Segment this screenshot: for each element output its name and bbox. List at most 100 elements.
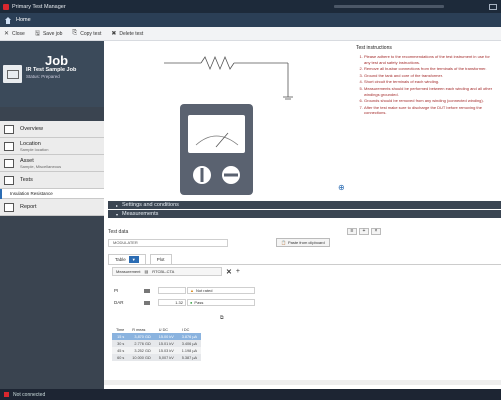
remove-button[interactable]: × — [371, 228, 381, 235]
section-title: Settings and conditions — [122, 202, 179, 208]
table-cell: 3.406 µA — [177, 340, 202, 347]
sidebar-item-sub: Sample location — [20, 146, 49, 152]
sidebar: Job IR Test Sample Job Status: Prepared … — [0, 41, 104, 389]
main-panel: ⊕ Test instructions Please adhere to the… — [104, 41, 501, 389]
test-data: Test data ≡ + × MODULATER 📋 Paste from c… — [108, 227, 501, 247]
sidebar-item-asset[interactable]: Asset Sample, Miscellaneous — [0, 155, 104, 172]
table-cell: 10.000 GΩ — [128, 354, 155, 361]
instruction-step: Measurements should be performed between… — [364, 86, 496, 97]
overview-icon — [4, 124, 14, 134]
sidebar-item-label: Overview — [20, 126, 43, 132]
table-cell: 2.776 GΩ — [128, 340, 155, 347]
resistor-symbol — [200, 55, 235, 71]
job-icon — [3, 65, 22, 83]
paste-label: Paste from clipboard — [287, 240, 325, 245]
settings-section-header[interactable]: ▸ Settings and conditions — [108, 201, 501, 209]
sidebar-item-sub: Sample, Miscellaneous — [20, 163, 62, 169]
table-cell: 30 s — [112, 340, 129, 347]
chevron-right-icon: ▸ — [116, 202, 119, 208]
table-cell: 1.198 µA — [177, 347, 202, 354]
param-name: PI — [114, 288, 119, 293]
param-status[interactable]: ● Pass — [187, 299, 255, 306]
chevron-down-icon: ▾ — [116, 211, 119, 217]
home-bar: Home — [0, 13, 501, 27]
test-data-field[interactable]: MODULATER — [108, 238, 228, 247]
sidebar-item-tests[interactable]: Tests — [0, 172, 104, 189]
table-row[interactable]: 30 s 2.776 GΩ 15.01 kV 3.406 µA — [112, 340, 202, 347]
table-row[interactable]: 15 s 3,870 GΩ 15.00 kV 3.876 µA — [112, 333, 202, 340]
param-value[interactable]: 1.32 — [158, 299, 186, 306]
close-button[interactable]: ✕ Close — [4, 30, 25, 38]
column-header: I DC — [181, 327, 190, 332]
param-status[interactable]: ▲ Not rated — [187, 287, 255, 294]
table-cell: 45 s — [112, 347, 129, 354]
view-tabs: Table ▼ Plot — [108, 253, 172, 264]
zoom-icon[interactable]: ⊕ — [338, 183, 345, 192]
table-cell: 15.01 kV — [154, 340, 178, 347]
table-row[interactable]: 45 s 3.252 GΩ 15.03 kV 1.198 µA — [112, 347, 202, 354]
list-button[interactable]: ≡ — [347, 228, 357, 235]
param-status-label: Not rated — [195, 288, 213, 293]
sidebar-item-label: Report — [20, 204, 37, 210]
minimize-button[interactable] — [489, 3, 497, 10]
job-name: IR Test Sample Job — [26, 67, 77, 73]
pass-icon: ● — [190, 300, 193, 305]
sidebar-item-location[interactable]: Location Sample location — [0, 138, 104, 155]
comment-icon[interactable] — [144, 288, 150, 293]
filter-icon[interactable]: ▼ — [128, 256, 139, 263]
tab-table-label: Table — [115, 257, 126, 262]
connection-status-icon — [4, 392, 9, 397]
delete-icon: ✖ — [111, 31, 117, 37]
horizontal-scrollbar[interactable] — [104, 380, 501, 385]
meter-icon — [180, 104, 253, 195]
column-header: R meas — [132, 327, 146, 332]
job-title: Job — [45, 53, 69, 68]
sidebar-item-insulation-resistance[interactable]: Insulation Resistance — [0, 189, 104, 199]
copy-icon[interactable]: ⧉ — [220, 315, 224, 321]
instruction-step: Please adhere to the recommendations of … — [364, 54, 496, 65]
table-cell: 15.03 kV — [154, 347, 178, 354]
sidebar-item-report[interactable]: Report — [0, 199, 104, 216]
instruction-step: Short circuit the terminals of each wind… — [364, 79, 496, 85]
location-icon — [4, 141, 14, 151]
param-value[interactable] — [158, 287, 186, 294]
comment-icon[interactable] — [144, 300, 150, 305]
paste-from-clipboard-button[interactable]: 📋 Paste from clipboard — [276, 238, 330, 247]
sidebar-item-overview[interactable]: Overview — [0, 121, 104, 138]
home-label[interactable]: Home — [16, 17, 31, 23]
sidebar-item-label: Tests — [20, 177, 33, 183]
table-cell: 15 s — [112, 333, 129, 340]
copy-test-button[interactable]: ⎘ Copy test — [72, 30, 101, 37]
measurements-section-header[interactable]: ▾ Measurements — [108, 210, 501, 218]
table-cell: 5.387 µA — [177, 354, 202, 361]
delete-test-button[interactable]: ✖ Delete test — [111, 30, 143, 38]
remove-measurement-button[interactable]: ✕ — [226, 268, 232, 276]
tab-table[interactable]: Table ▼ — [108, 254, 146, 264]
toolbar: ✕ Close 🖫 Save job ⎘ Copy test ✖ Delete … — [0, 27, 501, 41]
measurement-row: Measurement ▤ RTCBL-CTA ✕ + — [112, 267, 240, 276]
instruction-step: Ground the tank and core of the transfor… — [364, 73, 496, 79]
save-job-button[interactable]: 🖫 Save job — [35, 29, 63, 39]
paste-icon: 📋 — [281, 240, 286, 245]
add-measurement-button[interactable]: + — [236, 268, 240, 275]
results-table: Time R meas U DC I DC 15 s 3,870 GΩ 15.0… — [112, 326, 202, 361]
connection-status: Not connected — [13, 391, 46, 398]
param-status-label: Pass — [194, 300, 204, 305]
measurement-select[interactable]: Measurement ▤ RTCBL-CTA — [112, 267, 222, 276]
tabs-divider — [108, 264, 501, 265]
close-icon: ✕ — [4, 31, 10, 37]
add-button[interactable]: + — [359, 228, 369, 235]
test-instructions: Test instructions Please adhere to the r… — [356, 45, 496, 117]
job-header: Job IR Test Sample Job Status: Prepared — [0, 41, 104, 107]
window-title: Primary Test Manager — [12, 3, 66, 10]
test-data-label: Test data — [108, 228, 129, 235]
table-cell: 3.252 GΩ — [128, 347, 155, 354]
warning-icon: ▲ — [190, 288, 194, 293]
table-cell: 5,007 kV — [154, 354, 178, 361]
save-icon: 🖫 — [34, 30, 40, 37]
column-header: Time — [116, 327, 125, 332]
tab-plot[interactable]: Plot — [149, 254, 172, 264]
instruction-step: Remove all busbar connections from the t… — [364, 66, 496, 72]
home-icon[interactable] — [4, 16, 12, 24]
table-row[interactable]: 60 s 10.000 GΩ 5,007 kV 5.387 µA — [112, 354, 202, 361]
